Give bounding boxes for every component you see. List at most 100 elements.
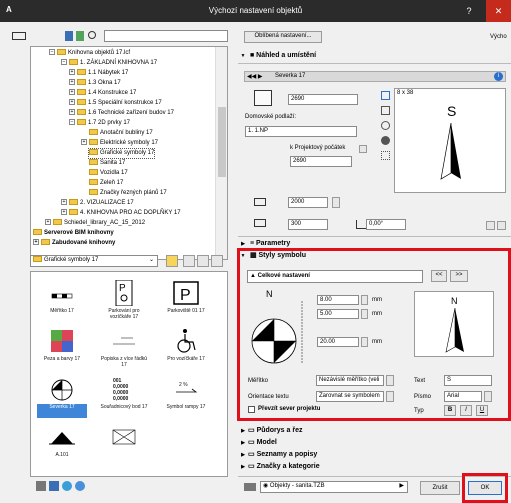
- tree-item[interactable]: +1.5 Speciální konstrukce 17: [69, 99, 162, 108]
- view-list-button[interactable]: [211, 255, 223, 267]
- size-input-3-arrow[interactable]: [361, 337, 368, 347]
- size-input-2-arrow[interactable]: [361, 309, 368, 319]
- ok-button[interactable]: OK: [468, 481, 502, 495]
- anchor-grid-icon[interactable]: [381, 151, 390, 160]
- expand-toggle-icon[interactable]: +: [61, 209, 67, 216]
- scale-select-arrow[interactable]: [386, 375, 394, 386]
- anchor-mid-icon[interactable]: [381, 106, 390, 115]
- orientation-select-arrow[interactable]: [386, 391, 394, 402]
- expand-toggle-icon[interactable]: +: [69, 99, 75, 106]
- angle-input[interactable]: 0,00°: [366, 219, 406, 230]
- dim-a-link-button[interactable]: [332, 197, 340, 208]
- size-input-1[interactable]: 8.00: [317, 295, 359, 305]
- expand-toggle-icon[interactable]: +: [69, 79, 75, 86]
- section-header[interactable]: ▶ ▭ Půdorys a řez: [238, 425, 511, 436]
- bottom-tool-icon-2[interactable]: [49, 481, 59, 491]
- height-input-1[interactable]: 2690: [288, 94, 358, 105]
- tree-item[interactable]: Značky řezných plánů 17: [89, 189, 167, 198]
- origin-button[interactable]: [359, 145, 367, 153]
- expand-toggle-icon[interactable]: −: [61, 59, 67, 66]
- mirror-button-1[interactable]: [486, 221, 495, 230]
- mirror-button-2[interactable]: [497, 221, 506, 230]
- expand-toggle-icon[interactable]: +: [81, 139, 87, 146]
- section-header[interactable]: ▶ ▭ Seznamy a popisy: [238, 449, 511, 460]
- help-button[interactable]: ?: [458, 0, 480, 22]
- expand-toggle-icon[interactable]: −: [49, 49, 55, 56]
- font-select[interactable]: Arial: [444, 391, 482, 402]
- anchor-tools[interactable]: [381, 91, 391, 161]
- prev-button[interactable]: <<: [431, 270, 447, 282]
- section-preview-header[interactable]: ▼ ■ Náhled a umístění: [238, 50, 511, 61]
- view-medium-button[interactable]: [197, 255, 209, 267]
- folder-select[interactable]: Grafické symboly 17 ⌄: [30, 255, 158, 267]
- tree-item[interactable]: − Knihovna objektů 17.lcf: [49, 49, 130, 58]
- home-floor-select[interactable]: 1. 1.NP: [245, 126, 357, 137]
- expand-toggle-icon[interactable]: +: [69, 69, 75, 76]
- bottom-tool-icon-4[interactable]: [75, 481, 85, 491]
- expand-toggle-icon[interactable]: +: [45, 219, 51, 226]
- orientation-select[interactable]: Zarovnat se symbolem: [316, 391, 384, 402]
- bold-button[interactable]: B: [444, 405, 456, 416]
- expand-toggle-icon[interactable]: +: [33, 239, 39, 246]
- tree-item[interactable]: + Elektrické symboly 17: [81, 139, 158, 148]
- size-input-2[interactable]: 5.00: [317, 309, 359, 319]
- expand-toggle-icon[interactable]: +: [69, 89, 75, 96]
- library-tree[interactable]: − Knihovna objektů 17.lcf −1. ZÁKLADNÍ KNI…: [30, 46, 228, 260]
- anchor-top-icon[interactable]: [381, 91, 390, 100]
- close-button[interactable]: ✕: [486, 0, 511, 22]
- tree-scrollbar[interactable]: [215, 47, 227, 259]
- tree-item[interactable]: +1.3 Okna 17: [69, 79, 121, 88]
- cancel-button[interactable]: Zrušit: [420, 481, 460, 495]
- nav-arrows-icon[interactable]: ◀◀ ▶: [247, 73, 263, 80]
- tree-item[interactable]: + Schiedel_library_AC_15_2012: [45, 219, 145, 228]
- library-alt-icon[interactable]: [76, 31, 84, 41]
- search-input[interactable]: [104, 30, 228, 42]
- folder-up-button[interactable]: [166, 255, 178, 267]
- expand-toggle-icon[interactable]: −: [69, 119, 75, 126]
- section-header[interactable]: ▶ ▭ Model: [238, 437, 511, 448]
- object-grid[interactable]: Měřítko 17 P Parkování pro vozíčkáře 17 P Pa…: [30, 271, 228, 477]
- view-large-button[interactable]: [183, 255, 195, 267]
- size-input-1-arrow[interactable]: [361, 295, 368, 305]
- tree-item[interactable]: Vozidla 17: [89, 169, 128, 178]
- tree-item[interactable]: Zeleň 17: [89, 179, 123, 188]
- north-checkbox[interactable]: [248, 406, 255, 413]
- anchor-sphere-icon[interactable]: [381, 136, 390, 145]
- section-header[interactable]: ▶ ▭ Značky a kategorie: [238, 461, 511, 472]
- tree-item[interactable]: Sanita 17: [89, 159, 125, 168]
- expand-toggle-icon[interactable]: +: [61, 199, 67, 206]
- tree-item[interactable]: + Zabudované knihovny: [33, 239, 115, 248]
- general-settings-select[interactable]: ▲ Celkové nastavení: [247, 270, 423, 283]
- underline-button[interactable]: U: [476, 405, 488, 416]
- scale-select[interactable]: Nezávislé měřítko (veli: [316, 375, 384, 386]
- favorites-button[interactable]: Oblíbená nastavení...: [244, 31, 322, 43]
- text-input[interactable]: S: [444, 375, 492, 386]
- font-select-arrow[interactable]: [484, 391, 492, 402]
- bottom-tool-icon-1[interactable]: [36, 481, 46, 491]
- tree-item[interactable]: +4. KNIHOVNA PRO AC DOPLŇKY 17: [61, 209, 181, 218]
- library-icon[interactable]: [65, 31, 73, 41]
- height-input-2[interactable]: 2690: [290, 156, 352, 167]
- next-button[interactable]: >>: [450, 270, 468, 282]
- tree-item[interactable]: − 1.7 2D prvky 17: [69, 119, 130, 128]
- tree-item[interactable]: +1.1 Nábytek 17: [69, 69, 128, 78]
- bottom-tool-icon-3[interactable]: [62, 481, 72, 491]
- expand-toggle-icon[interactable]: +: [69, 109, 75, 116]
- italic-button[interactable]: I: [460, 405, 472, 416]
- tree-item[interactable]: +1.4 Konstrukce 17: [69, 89, 136, 98]
- anchor-rotate-icon[interactable]: [381, 121, 390, 130]
- section-styles-header[interactable]: ▼ ▦ Styly symbolu: [238, 250, 511, 261]
- tree-item[interactable]: Grafické symboly 17: [87, 148, 156, 159]
- tree-item[interactable]: +2. VIZUALIZACE 17: [61, 199, 134, 208]
- tree-item[interactable]: Anotační bubliny 17: [89, 129, 153, 138]
- dim-b-input[interactable]: 300: [288, 219, 328, 230]
- info-icon[interactable]: i: [494, 72, 503, 81]
- size-input-3[interactable]: 20.00: [317, 337, 359, 347]
- view-mode-icon[interactable]: [12, 32, 26, 40]
- tree-item[interactable]: +1.6 Technické zařízení budov 17: [69, 109, 174, 118]
- layer-select[interactable]: ◉ Objekty - sanita.TZB ▶: [260, 481, 408, 493]
- search-icon[interactable]: [88, 31, 96, 39]
- tree-item[interactable]: − 1. ZÁKLADNÍ KNIHOVNA 17: [61, 59, 157, 68]
- dim-a-input[interactable]: 2000: [288, 197, 328, 208]
- tree-item[interactable]: Serverové BIM knihovny: [33, 229, 114, 238]
